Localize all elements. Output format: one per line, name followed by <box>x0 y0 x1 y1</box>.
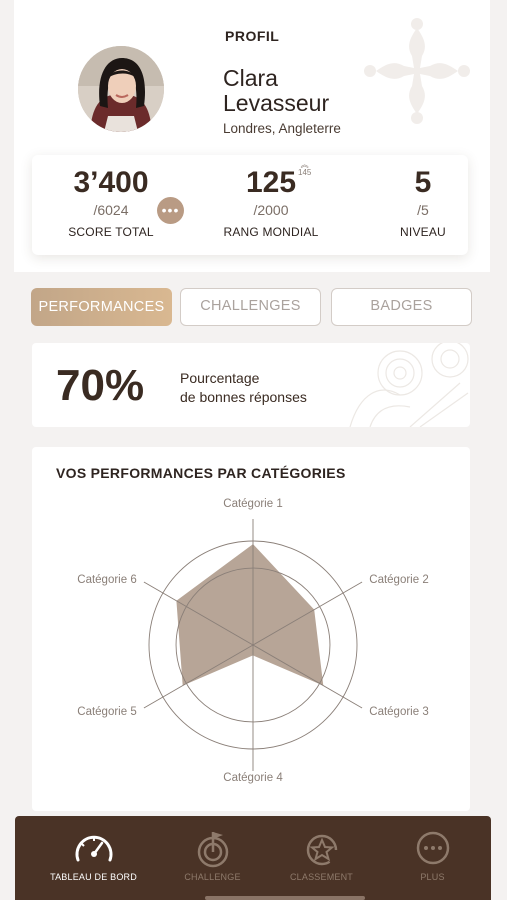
level-value: 5 <box>414 166 432 199</box>
more-stats-button[interactable]: ••• <box>157 197 184 224</box>
success-percentage: 70% <box>56 361 145 410</box>
more-dots-icon <box>373 830 492 868</box>
success-label: Pourcentage de bonnes réponses <box>180 369 360 407</box>
stat-score: 3’400 /6024 SCORE TOTAL <box>56 165 166 239</box>
radar-label-3: Catégorie 3 <box>369 706 428 718</box>
nav-item-more[interactable]: PLUS <box>373 816 492 900</box>
radar-data-polygon <box>176 544 324 686</box>
radar-label-5: Catégorie 5 <box>77 706 136 718</box>
avatar-photo <box>78 46 164 132</box>
categories-card: VOS PERFORMANCES PAR CATÉGORIES Catégori… <box>32 447 470 811</box>
rank-label: RANG MONDIAL <box>223 225 319 239</box>
radar-label-6: Catégorie 6 <box>77 574 136 586</box>
success-label-line1: Pourcentage <box>180 370 260 386</box>
success-rate-card: 70% Pourcentage de bonnes réponses <box>32 343 470 427</box>
score-value: 3’400 <box>73 166 149 199</box>
nav-label-ranking: CLASSEMENT <box>289 872 353 882</box>
avatar[interactable] <box>78 46 164 132</box>
stat-level: 5 /5 NIVEAU <box>390 165 456 239</box>
radar-label-2: Catégorie 2 <box>369 574 428 586</box>
radar-label-4: Catégorie 4 <box>223 772 283 784</box>
stats-card: 3’400 /6024 SCORE TOTAL 125 /2000 RANG M… <box>32 155 468 255</box>
tab-badges[interactable]: BADGES <box>331 288 472 326</box>
nav-label-challenge: CHALLENGE <box>184 872 241 882</box>
previous-rank: 145 <box>298 168 312 177</box>
star-badge-icon <box>262 830 381 868</box>
home-indicator[interactable] <box>205 896 365 900</box>
profile-location: Londres, Angleterre <box>223 121 341 136</box>
last-name: Levasseur <box>223 90 330 116</box>
target-flag-icon <box>153 830 272 868</box>
tab-challenges[interactable]: CHALLENGES <box>180 288 321 326</box>
success-label-line2: de bonnes réponses <box>180 389 307 405</box>
rank-total: /2000 <box>253 202 289 218</box>
tab-performances[interactable]: PERFORMANCES <box>31 288 172 326</box>
nav-label-more: PLUS <box>420 872 445 882</box>
nav-label-dashboard: TABLEAU DE BORD <box>50 872 137 882</box>
nav-item-dashboard[interactable]: TABLEAU DE BORD <box>34 816 153 900</box>
page-title: PROFIL <box>225 28 280 44</box>
level-label: NIVEAU <box>400 225 446 239</box>
score-label: SCORE TOTAL <box>68 225 154 239</box>
bottom-nav: TABLEAU DE BORD CHALLENGE CLASSEMENT PLU… <box>15 816 491 900</box>
radar-chart: Catégorie 1 Catégorie 2 Catégorie 3 Catégor… <box>77 498 428 784</box>
score-total: /6024 <box>93 202 129 218</box>
radar-label-1: Catégorie 1 <box>223 498 282 510</box>
nav-item-ranking[interactable]: CLASSEMENT <box>262 816 381 900</box>
first-name: Clara <box>223 65 278 91</box>
nav-item-challenge[interactable]: CHALLENGE <box>153 816 272 900</box>
profile-name: Clara Levasseur <box>223 66 423 116</box>
rank-change-indicator: ︽ 145 <box>298 161 311 177</box>
speedometer-icon <box>34 830 153 868</box>
level-total: /5 <box>417 202 429 218</box>
